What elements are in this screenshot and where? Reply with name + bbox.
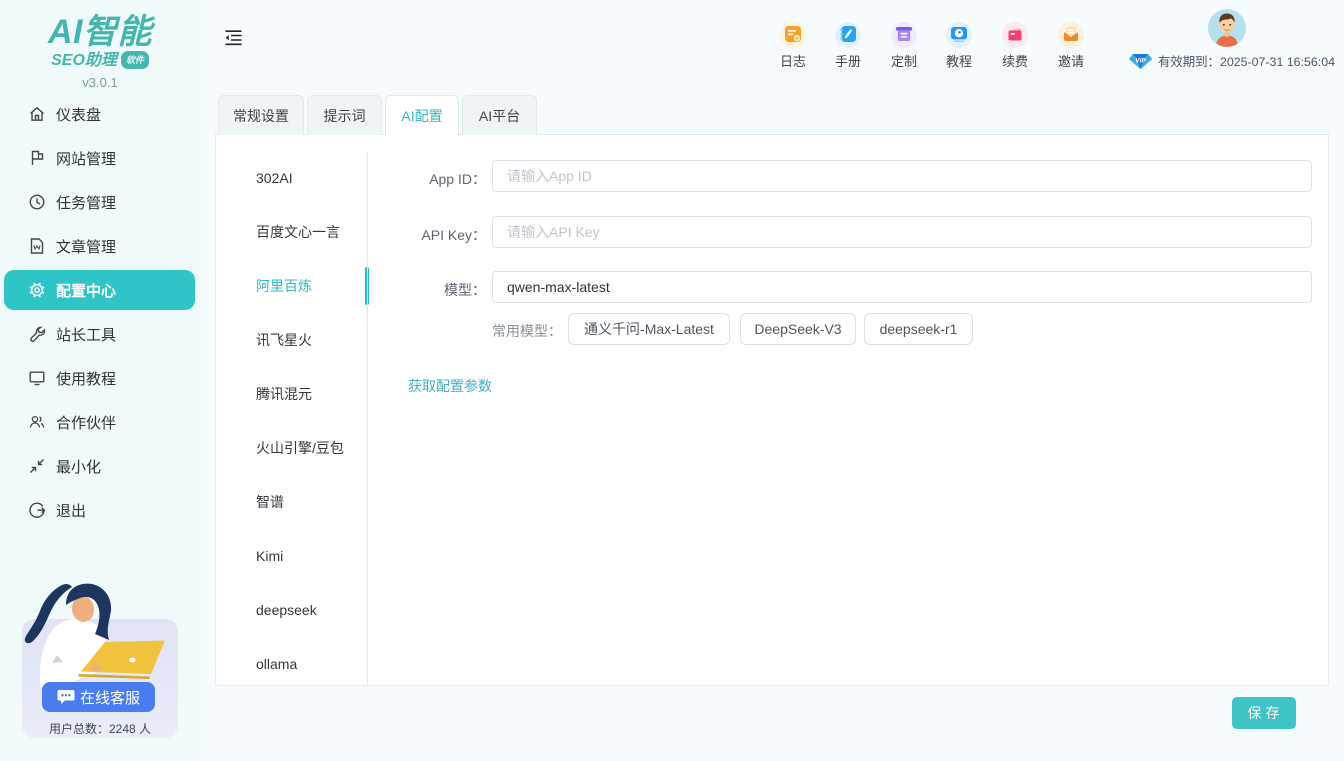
svg-text:VIP: VIP <box>1135 57 1146 64</box>
